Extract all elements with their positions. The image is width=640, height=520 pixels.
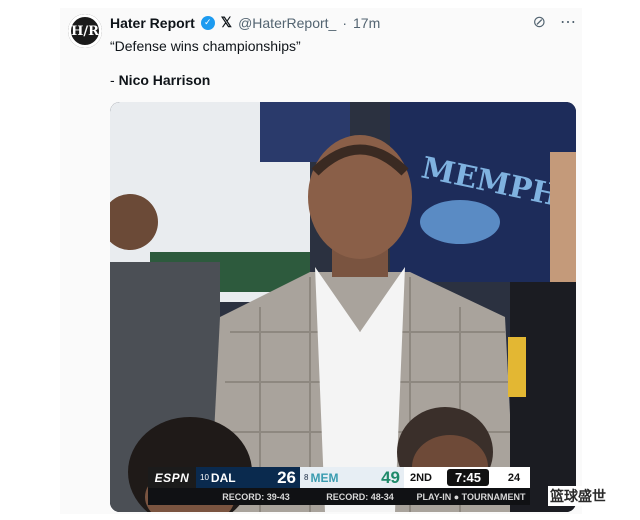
tweet-media-image[interactable]: MEMPHIS (110, 102, 576, 512)
home-score: 49 (381, 467, 400, 487)
grok-icon[interactable]: ⊘ (533, 12, 546, 32)
home-record: RECORD: 48-34 (326, 491, 394, 502)
home-seed: 8 (304, 473, 309, 482)
more-icon[interactable]: ⋯ (560, 12, 576, 32)
separator-dot: · (342, 14, 348, 31)
espn-logo: ESPN (148, 467, 196, 488)
courtside-photo: MEMPHIS (110, 102, 576, 512)
tweet-actions: ⊘ ⋯ (533, 12, 576, 32)
account-handle[interactable]: @HaterReport_ (238, 15, 336, 31)
away-team: 10 DAL 26 (196, 467, 300, 488)
quarter: 2ND (404, 467, 438, 488)
tweet-header: Hater Report ✓ 𝕏 @HaterReport_ · 17m (110, 14, 380, 31)
watermark: 篮球盛世 (548, 486, 608, 506)
game-clock: 7:45 (438, 467, 498, 488)
shot-clock: 24 (498, 467, 530, 488)
home-abbr: MEM (310, 470, 339, 485)
tweet-attribution: - Nico Harrison (110, 72, 211, 88)
away-record: RECORD: 39-43 (222, 491, 290, 502)
scoreboard: ESPN 10 DAL 26 8 MEM 49 2ND 7:45 24 RECO… (148, 467, 530, 505)
account-name[interactable]: Hater Report (110, 15, 195, 31)
away-score: 26 (277, 467, 296, 487)
x-logo-icon: 𝕏 (220, 14, 233, 30)
verified-badge-icon: ✓ (200, 15, 215, 30)
tweet-text: “Defense wins championships” (110, 38, 301, 54)
away-seed: 10 (200, 473, 209, 482)
avatar[interactable]: H/R (68, 14, 102, 48)
post-time[interactable]: 17m (353, 15, 380, 31)
home-team: 8 MEM 49 (300, 467, 404, 488)
event-label: PLAY-IN ● TOURNAMENT (416, 491, 526, 502)
away-abbr: DAL (210, 470, 236, 485)
